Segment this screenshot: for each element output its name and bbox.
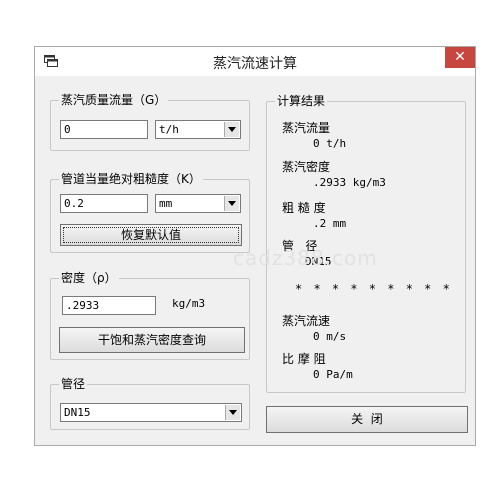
close-button-label: 关 闭 — [351, 412, 383, 426]
saturated-density-lookup-label: 干饱和蒸汽密度查询 — [97, 333, 206, 347]
chevron-down-icon[interactable] — [224, 196, 239, 211]
result-velocity-label: 蒸汽流速 — [282, 314, 331, 328]
pipe-diameter-select[interactable]: DN15 — [60, 403, 242, 422]
density-legend: 密度（ρ） — [59, 271, 119, 285]
pipe-diameter-group: 管径 DN15 — [50, 377, 250, 430]
result-separator: * * * * * * * * * — [295, 282, 452, 296]
mass-flow-input[interactable]: 0 — [60, 120, 148, 139]
result-flow-label: 蒸汽流量 — [282, 121, 331, 135]
window-title: 蒸汽流速计算 — [213, 56, 297, 72]
mass-flow-unit-value: t/h — [159, 123, 179, 136]
chevron-down-icon[interactable] — [224, 122, 239, 137]
reset-default-button[interactable]: 恢复默认值 — [60, 224, 242, 246]
results-legend: 计算结果 — [275, 94, 328, 108]
roughness-input[interactable]: 0.2 — [60, 194, 148, 213]
pipe-diameter-value: DN15 — [64, 406, 91, 419]
result-roughness-label: 粗 糙 度 — [282, 201, 326, 215]
density-unit-label: kg/m3 — [172, 297, 206, 310]
mass-flow-group: 蒸汽质量流量（G） 0 t/h — [50, 93, 250, 151]
watermark: cadz388.com — [233, 246, 378, 270]
saturated-density-lookup-button[interactable]: 干饱和蒸汽密度查询 — [59, 327, 245, 353]
result-friction-label: 比 摩 阻 — [282, 352, 326, 366]
mass-flow-unit-select[interactable]: t/h — [155, 120, 241, 139]
result-velocity-value: 0 m/s — [313, 330, 347, 343]
result-friction-value: 0 Pa/m — [313, 368, 353, 381]
roughness-unit-select[interactable]: mm — [155, 194, 241, 213]
roughness-group: 管道当量绝对粗糙度（K） 0.2 mm 恢复默认值 — [50, 172, 250, 253]
chevron-down-icon[interactable] — [225, 405, 240, 420]
result-density-label: 蒸汽密度 — [282, 160, 331, 174]
roughness-unit-value: mm — [159, 197, 173, 210]
close-button[interactable]: 关 闭 — [266, 406, 468, 433]
result-density-value: .2933 kg/m3 — [313, 176, 386, 189]
density-input[interactable]: .2933 — [62, 296, 156, 315]
close-icon[interactable]: ✕ — [445, 47, 475, 68]
result-roughness-value: .2 mm — [313, 217, 347, 230]
roughness-legend: 管道当量绝对粗糙度（K） — [59, 172, 203, 186]
pipe-diameter-legend: 管径 — [59, 377, 88, 391]
focus-ring — [63, 227, 239, 243]
title-bar: 蒸汽流速计算 ✕ — [35, 47, 475, 76]
density-group: 密度（ρ） .2933 kg/m3 干饱和蒸汽密度查询 — [50, 271, 250, 360]
mass-flow-legend: 蒸汽质量流量（G） — [59, 93, 169, 107]
result-flow-value: 0 t/h — [313, 137, 347, 150]
